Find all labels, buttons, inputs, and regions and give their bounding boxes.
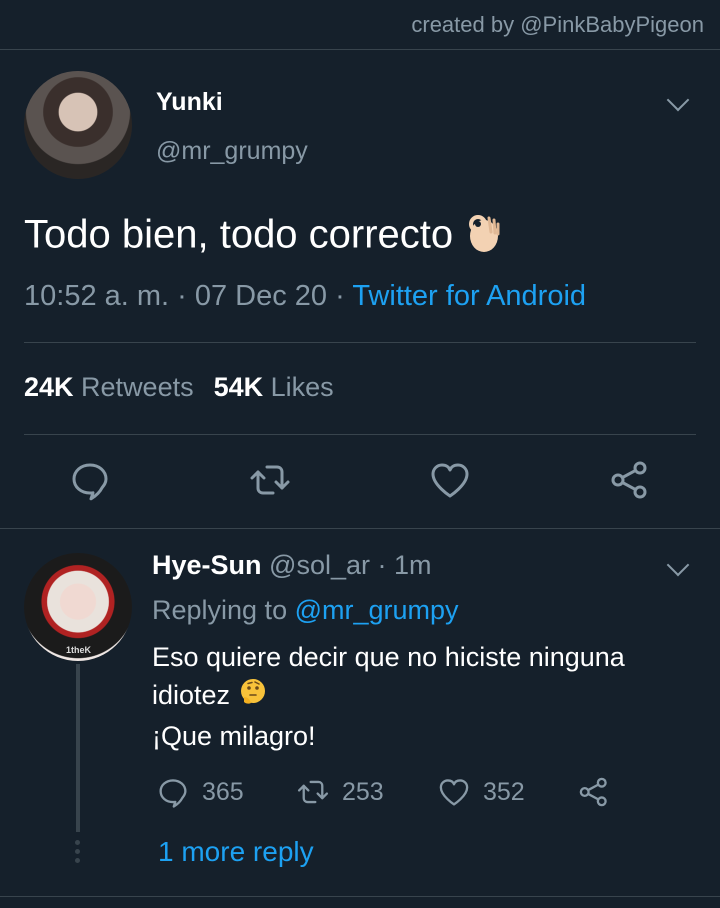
reply-text: Eso quiere decir que no hiciste ninguna …	[152, 638, 692, 755]
retweet-count: 253	[342, 777, 384, 806]
retweets-label[interactable]: Retweets	[81, 372, 194, 402]
retweet-action[interactable]: 253	[296, 772, 384, 812]
reply-avatar[interactable]: 1theK	[24, 553, 132, 661]
reply-author-name[interactable]: Hye-Sun	[152, 550, 262, 580]
share-action[interactable]	[577, 772, 623, 812]
share-icon[interactable]	[608, 458, 652, 502]
likes-count[interactable]: 54K	[214, 372, 264, 402]
reply-line: idiotez	[152, 680, 231, 710]
source-link[interactable]: Twitter for Android	[352, 280, 586, 312]
likes-label[interactable]: Likes	[271, 372, 334, 402]
reply-line: Eso quiere decir que no hiciste ninguna	[152, 642, 625, 672]
divider	[24, 342, 696, 343]
reply-header: Hye-Sun @sol_ar · 1m	[152, 550, 432, 581]
tweet-meta: 10:52 a. m. · 07 Dec 20 · Twitter for An…	[24, 280, 586, 313]
author-handle[interactable]: @mr_grumpy	[156, 137, 308, 166]
replying-label: Replying to	[152, 595, 288, 625]
avatar[interactable]	[24, 71, 132, 179]
author-name[interactable]: Yunki	[156, 88, 223, 117]
reply-icon	[159, 779, 187, 808]
chevron-down-icon[interactable]	[666, 553, 690, 577]
reply-action[interactable]: 365	[156, 772, 244, 812]
heart-icon[interactable]	[428, 458, 472, 502]
like-count: 352	[483, 777, 525, 806]
retweet-icon[interactable]	[248, 458, 292, 502]
more-replies-link[interactable]: 1 more reply	[158, 836, 314, 868]
thinking-face-icon	[238, 677, 268, 717]
thread-dots	[75, 840, 80, 867]
reply-line: ¡Que milagro!	[152, 720, 316, 751]
retweet-icon	[297, 780, 329, 804]
tweet-text: Todo bien, todo correcto	[24, 210, 504, 264]
heart-icon	[439, 779, 469, 806]
divider	[0, 528, 720, 529]
ok-hand-icon	[464, 210, 504, 264]
reply-count: 365	[202, 777, 244, 806]
bottom-divider	[0, 896, 720, 897]
avatar-text: 1theK	[66, 645, 92, 655]
retweets-count[interactable]: 24K	[24, 372, 74, 402]
divider	[24, 434, 696, 435]
top-divider	[0, 49, 720, 50]
reply-icon[interactable]	[68, 458, 112, 502]
replying-handle[interactable]: @mr_grumpy	[295, 595, 459, 625]
timestamp: 10:52 a. m. · 07 Dec 20 ·	[24, 280, 353, 312]
chevron-down-icon[interactable]	[666, 88, 690, 112]
share-icon	[579, 777, 607, 807]
tweet-body: Todo bien, todo correcto	[24, 212, 454, 257]
tweet-stats: 24K Retweets 54K Likes	[24, 372, 334, 403]
thread-line	[76, 664, 80, 832]
separator-dot: ·	[377, 550, 387, 580]
reply-author-handle[interactable]: @sol_ar	[269, 550, 370, 580]
reply-age: 1m	[394, 550, 432, 580]
like-action[interactable]: 352	[437, 772, 525, 812]
replying-to: Replying to @mr_grumpy	[152, 595, 459, 626]
credit-text: created by @PinkBabyPigeon	[411, 12, 704, 37]
